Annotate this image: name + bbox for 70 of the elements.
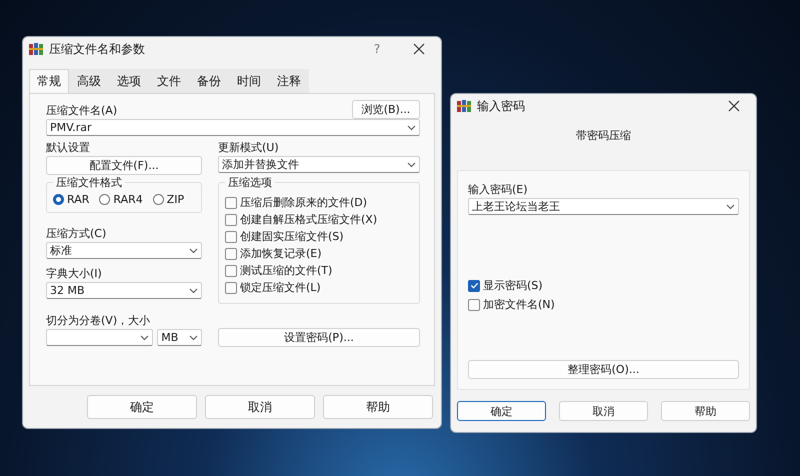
dropdown-field[interactable]: 32 MB (46, 282, 202, 299)
window-title: 压缩文件名和参数 (49, 40, 146, 58)
checkbox-label: 创建自解压格式压缩文件(X) (240, 212, 378, 227)
checkbox-label: 压缩后删除原来的文件(D) (240, 195, 368, 210)
close-icon[interactable] (413, 43, 425, 55)
dialog-heading: 带密码压缩 (576, 129, 631, 142)
chevron-down-icon[interactable] (726, 204, 735, 210)
checkbox[interactable] (225, 282, 237, 294)
field-label: 更新模式(U) (218, 140, 280, 156)
chevron-down-icon[interactable] (407, 162, 416, 168)
checkbox-label: 添加恢复记录(E) (240, 246, 322, 261)
help-button[interactable]: ? (357, 42, 397, 56)
profiles-button[interactable]: 配置文件(F)... (46, 156, 202, 175)
radio-label: RAR (67, 193, 90, 206)
dropdown-field[interactable]: 上老王论坛当老王 (468, 198, 739, 215)
field-label: 默认设置 (46, 140, 91, 156)
field-label: 切分为分卷(V)，大小 (46, 313, 152, 329)
checkbox-label: 显示密码(S) (483, 278, 543, 293)
checkbox[interactable] (225, 248, 237, 260)
tab[interactable]: 高级 (69, 69, 109, 93)
group-label: 压缩文件格式 (53, 175, 125, 190)
books-icon (29, 42, 43, 56)
dropdown-field[interactable]: MB (157, 329, 202, 346)
field-label: 字典大小(I) (46, 266, 103, 282)
checkbox[interactable] (468, 280, 480, 292)
checkbox-label: 测试压缩的文件(T) (240, 263, 332, 278)
checkbox[interactable] (225, 214, 237, 226)
books-icon (457, 99, 471, 113)
checkbox-label: 创建固实压缩文件(S) (240, 229, 344, 244)
group-label: 压缩选项 (225, 175, 275, 190)
checkbox[interactable] (468, 298, 480, 310)
chevron-down-icon[interactable] (189, 288, 198, 294)
set-password-button[interactable]: 设置密码(P)... (218, 328, 420, 347)
radio-button[interactable] (152, 194, 164, 205)
checkbox[interactable] (225, 230, 237, 242)
tab[interactable]: 常规 (29, 69, 69, 93)
tab[interactable]: 文件 (149, 69, 189, 93)
chevron-down-icon[interactable] (189, 334, 198, 340)
tab[interactable]: 选项 (109, 69, 149, 93)
dialog-button[interactable]: 帮助 (661, 401, 750, 421)
dropdown-field[interactable] (46, 329, 154, 346)
dialog-button[interactable]: 帮助 (323, 395, 433, 419)
checkbox[interactable] (225, 196, 237, 208)
tab[interactable]: 时间 (229, 69, 269, 93)
checkbox-label: 锁定压缩文件(L) (240, 280, 321, 295)
radio-button[interactable] (53, 194, 64, 205)
checkbox[interactable] (225, 264, 237, 276)
tab[interactable]: 备份 (189, 69, 229, 93)
browse-button[interactable]: 浏览(B)... (352, 100, 420, 119)
chevron-down-icon[interactable] (189, 248, 198, 254)
field-label: 压缩方式(C) (46, 226, 108, 242)
window-title: 输入密码 (477, 98, 526, 114)
chevron-down-icon[interactable] (407, 124, 416, 130)
checkbox-label: 加密文件名(N) (483, 297, 555, 312)
field-label: 输入密码(E) (468, 182, 529, 198)
dropdown-field[interactable]: 添加并替换文件 (218, 156, 420, 173)
close-icon[interactable] (728, 100, 740, 112)
dialog-button[interactable]: 确定 (87, 395, 197, 419)
dialog-button[interactable]: 取消 (559, 401, 648, 421)
dropdown-field[interactable]: PMV.rar (46, 119, 420, 136)
dialog-button[interactable]: 取消 (205, 395, 315, 419)
radio-button[interactable] (99, 194, 110, 205)
dropdown-field[interactable]: 标准 (46, 242, 202, 259)
radio-label: ZIP (166, 193, 184, 206)
dialog-button[interactable]: 确定 (457, 401, 546, 421)
radio-label: RAR4 (113, 193, 143, 206)
chevron-down-icon[interactable] (140, 334, 150, 340)
tab[interactable]: 注释 (269, 69, 309, 93)
field-label: 压缩文件名(A) (46, 103, 118, 119)
organize-passwords-button[interactable]: 整理密码(O)... (468, 360, 739, 379)
